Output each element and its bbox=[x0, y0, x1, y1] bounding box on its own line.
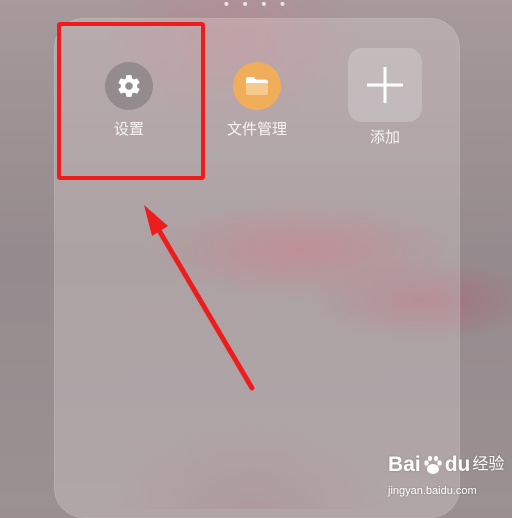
watermark-url: jingyan.baidu.com bbox=[388, 485, 477, 497]
watermark-brand-part-1: Bai bbox=[388, 453, 421, 476]
watermark-brand-part-2: du bbox=[444, 453, 471, 476]
pointer-arrow bbox=[144, 205, 255, 391]
baidu-jingyan-watermark: Bai du 经验 jingyan.baidu.com bbox=[388, 452, 512, 509]
watermark-brand-cn: 经验 bbox=[472, 456, 505, 473]
baidu-paw-icon bbox=[423, 455, 442, 474]
watermark-logo: Bai du 经验 bbox=[388, 452, 512, 478]
